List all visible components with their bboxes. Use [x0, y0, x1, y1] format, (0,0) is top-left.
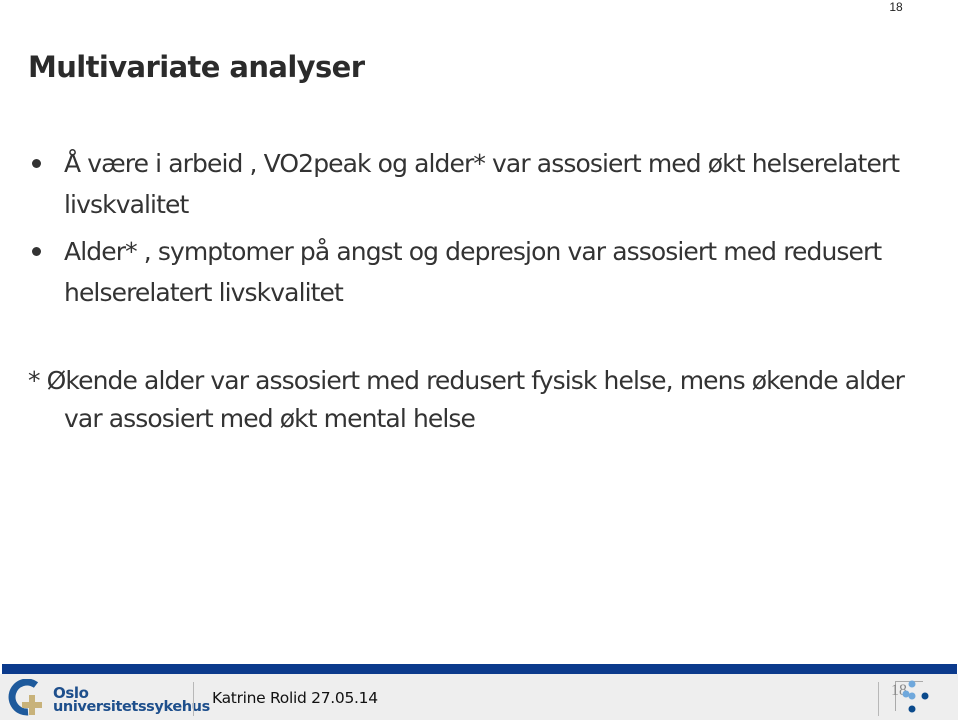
logo-text: Oslo universitetssykehus — [53, 684, 210, 715]
logo-line-2: universitetssykehus — [53, 699, 210, 715]
dots-decoration-icon — [902, 680, 929, 713]
footer: Oslo universitetssykehus Katrine Rolid 2… — [0, 674, 958, 720]
footer-separator — [878, 682, 879, 716]
bullet-item: Alder* , symptomer på angst og depresjon… — [28, 231, 928, 313]
footer-separator — [193, 682, 194, 716]
bullet-item: Å være i arbeid , VO2peak og alder* var … — [28, 143, 928, 225]
top-page-number: 18 — [889, 0, 903, 14]
bullet-list: Å være i arbeid , VO2peak og alder* var … — [28, 143, 928, 319]
footer-accent-bar — [2, 664, 957, 674]
bullet-dot-icon — [32, 159, 41, 168]
bullet-text: Å være i arbeid , VO2peak og alder* var … — [64, 149, 900, 219]
bullet-text: Alder* , symptomer på angst og depresjon… — [64, 237, 882, 307]
hospital-logo-icon — [8, 678, 42, 716]
author-date: Katrine Rolid 27.05.14 — [212, 689, 378, 707]
slide-title: Multivariate analyser — [28, 50, 365, 84]
hospital-logo: Oslo universitetssykehus — [6, 678, 210, 717]
footnote: * Økende alder var assosiert med reduser… — [28, 366, 905, 433]
logo-line-1: Oslo — [53, 684, 89, 702]
bullet-dot-icon — [32, 247, 41, 256]
